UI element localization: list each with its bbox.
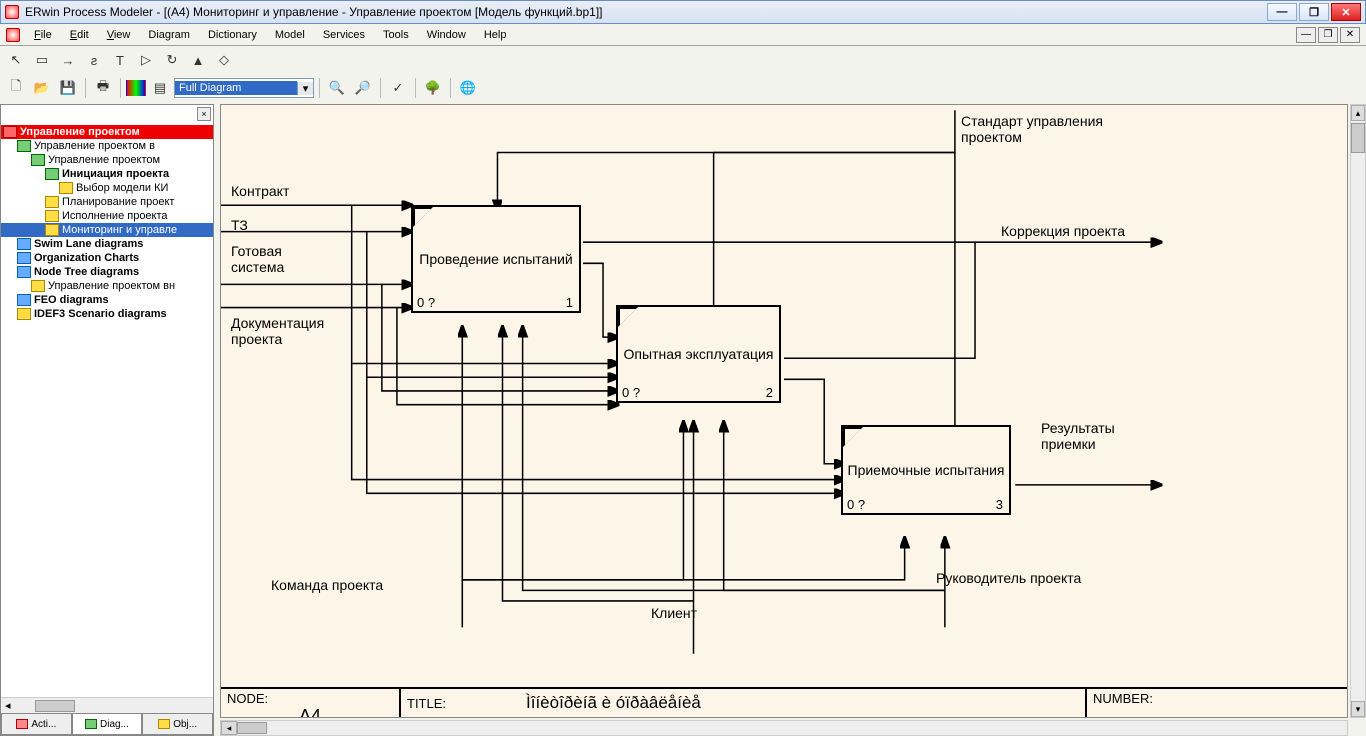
palette-icon[interactable] [126,80,146,96]
squiggle-tool-icon[interactable]: ƨ [82,49,106,71]
tree-panel: × Управление проектом Управление проекто… [0,104,214,736]
tree-item[interactable]: Node Tree diagrams [1,265,213,279]
chevron-down-icon[interactable]: ▾ [297,82,313,95]
canvas-hscroll[interactable]: ◂ [220,720,1348,736]
label-control: Стандарт управления проектом [961,113,1131,145]
tree-item[interactable]: Управление проектом вн [1,279,213,293]
window-title: ERwin Process Modeler - [(A4) Мониторинг… [25,5,602,19]
menu-services[interactable]: Services [315,27,373,43]
tree-item[interactable]: Исполнение проекта [1,209,213,223]
zoom-combo[interactable]: Full Diagram ▾ [174,78,314,98]
pointer-tool-icon[interactable]: ↖ [4,49,28,71]
tree-item[interactable]: Выбор модели КИ [1,181,213,195]
menu-help[interactable]: Help [476,27,515,43]
app-icon-small [6,28,20,42]
box-tool-icon[interactable]: ▭ [30,49,54,71]
label-mech2: Клиент [651,605,697,621]
diagram-canvas[interactable]: Стандарт управления проектом Контракт ТЗ… [220,104,1348,718]
down-tool-icon[interactable]: ▷ [134,49,158,71]
window-titlebar: ERwin Process Modeler - [(A4) Мониторинг… [0,0,1366,24]
minimize-button[interactable]: — [1267,3,1297,21]
zoom-out-icon[interactable]: 🔎 [351,77,375,99]
diamond-tool-icon[interactable]: ◇ [212,49,236,71]
label-in4: Документация проекта [231,315,341,347]
tree-item[interactable]: Инициация проекта [1,167,213,181]
text-tool-icon[interactable]: T [108,49,132,71]
activity-box-2[interactable]: Опытная эксплуатация 0 ? 2 [616,305,781,403]
doc-minimize-button[interactable]: — [1296,27,1316,43]
doc-restore-button[interactable]: ❐ [1318,27,1338,43]
menubar: File Edit View Diagram Dictionary Model … [0,24,1366,46]
label-out1: Коррекция проекта [1001,223,1125,239]
tab-diagrams[interactable]: Diag... [72,714,143,735]
globe-icon[interactable]: 🌐 [456,77,480,99]
tree-icon[interactable]: 🌳 [421,77,445,99]
refresh-tool-icon[interactable]: ↻ [160,49,184,71]
toolbar-standard: 🗋 📂 💾 🖶 ▤ Full Diagram ▾ 🔍 🔎 ✓ 🌳 🌐 [0,74,1366,102]
tree-item[interactable]: Управление проектом [1,153,213,167]
label-in3: Готовая система [231,243,311,275]
activity-box-1[interactable]: Проведение испытаний 0 ? 1 [411,205,581,313]
canvas-vscroll[interactable]: ▴ ▾ [1350,104,1366,718]
tree-item[interactable]: FEO diagrams [1,293,213,307]
report-icon[interactable]: ▤ [148,77,172,99]
zoom-combo-text: Full Diagram [175,81,297,95]
maximize-button[interactable]: ❐ [1299,3,1329,21]
tab-activities[interactable]: Acti... [1,714,72,735]
zoom-in-icon[interactable]: 🔍 [325,77,349,99]
toolbar-shapes: ↖ ▭ → ƨ T ▷ ↻ ▲ ◇ [0,46,1366,74]
tab-objects[interactable]: Obj... [142,714,213,735]
label-out2: Результаты приемки [1041,420,1141,452]
close-button[interactable]: ✕ [1331,3,1361,21]
tree-tabs: Acti... Diag... Obj... [1,713,213,735]
label-mech1: Команда проекта [271,577,383,593]
tree-root[interactable]: Управление проектом [1,125,213,139]
diagram-wires [221,105,1347,717]
tree-item[interactable]: Планирование проект [1,195,213,209]
tree-item[interactable]: Swim Lane diagrams [1,237,213,251]
menu-dictionary[interactable]: Dictionary [200,27,265,43]
tree-item[interactable]: IDEF3 Scenario diagrams [1,307,213,321]
label-mech3: Руководитель проекта [936,570,1081,586]
doc-close-button[interactable]: ✕ [1340,27,1360,43]
tree-item-selected[interactable]: Мониторинг и управле [1,223,213,237]
menu-file[interactable]: File [26,27,60,43]
menu-diagram[interactable]: Diagram [140,27,198,43]
menu-view[interactable]: View [99,27,139,43]
panel-close-icon[interactable]: × [197,107,211,121]
activity-box-3[interactable]: Приемочные испытания 0 ? 3 [841,425,1011,515]
menu-window[interactable]: Window [419,27,474,43]
up-tool-icon[interactable]: ▲ [186,49,210,71]
workspace: × Управление проектом Управление проекто… [0,104,1366,736]
spellcheck-icon[interactable]: ✓ [386,77,410,99]
save-icon[interactable]: 💾 [56,77,80,99]
app-icon [5,5,19,19]
model-tree[interactable]: Управление проектом Управление проектом … [1,121,213,697]
new-icon[interactable]: 🗋 [4,77,28,99]
tree-item[interactable]: Управление проектом в [1,139,213,153]
print-icon[interactable]: 🖶 [91,77,115,99]
label-in2: ТЗ [231,217,248,233]
menu-model[interactable]: Model [267,27,313,43]
menu-edit[interactable]: Edit [62,27,97,43]
tree-hscroll[interactable]: ◂ [1,697,213,713]
menu-tools[interactable]: Tools [375,27,417,43]
canvas-area: Стандарт управления проектом Контракт ТЗ… [214,104,1366,736]
arrow-tool-icon[interactable]: → [56,49,80,71]
diagram-footer: NODE: A4 TITLE: Ìîíèòîðèíã è óïðàâëåíèå … [221,687,1347,717]
open-icon[interactable]: 📂 [30,77,54,99]
label-in1: Контракт [231,183,289,199]
tree-item[interactable]: Organization Charts [1,251,213,265]
